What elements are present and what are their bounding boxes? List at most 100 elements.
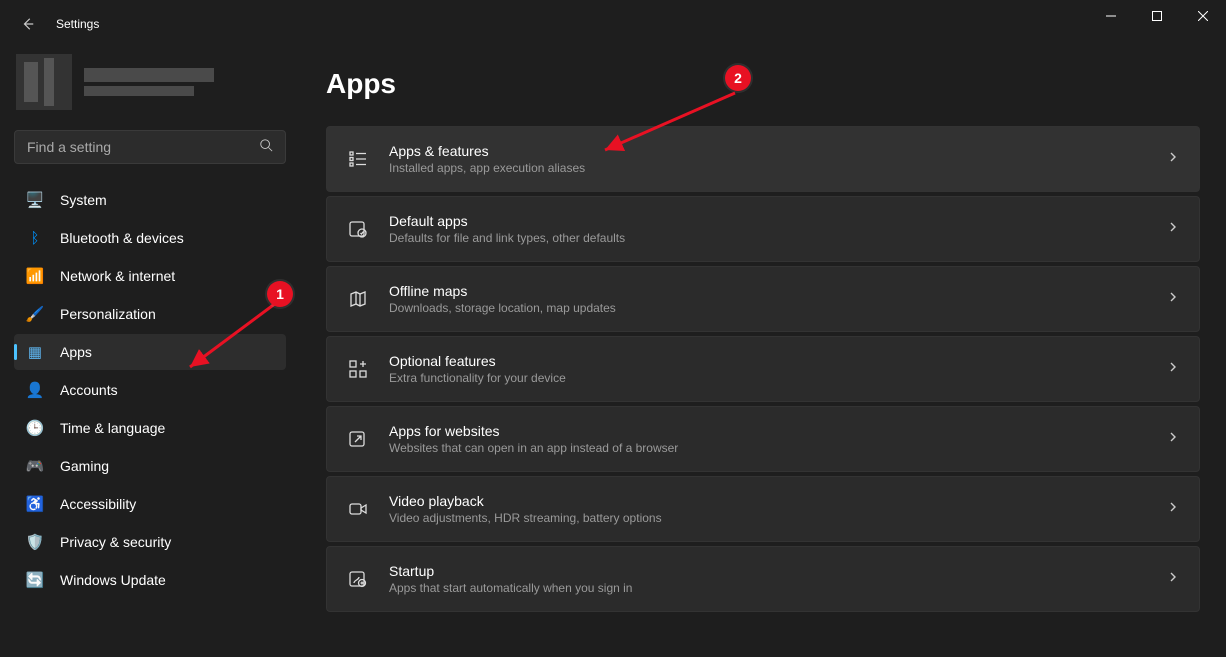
card-startup[interactable]: Startup Apps that start automatically whe… [326, 546, 1200, 612]
annotation-marker-1: 1 [267, 281, 293, 307]
startup-icon [347, 568, 369, 590]
sidebar-item-label: Gaming [60, 458, 109, 474]
arrow-left-icon [21, 17, 35, 31]
search-icon [259, 138, 273, 157]
accessibility-icon: ♿ [26, 495, 44, 513]
card-title: Apps for websites [389, 423, 1147, 439]
chevron-right-icon [1167, 290, 1179, 308]
sidebar-item-gaming[interactable]: 🎮 Gaming [14, 448, 286, 484]
avatar [16, 54, 72, 110]
card-subtitle: Installed apps, app execution aliases [389, 161, 1147, 175]
sidebar-item-label: Time & language [60, 420, 165, 436]
card-text: Startup Apps that start automatically whe… [389, 563, 1147, 595]
accounts-icon: 👤 [26, 381, 44, 399]
content-pane: Apps Apps & features Installed apps, app … [300, 48, 1226, 657]
close-button[interactable] [1180, 0, 1226, 32]
time-language-icon: 🕒 [26, 419, 44, 437]
sidebar-item-label: System [60, 192, 107, 208]
video-icon [347, 498, 369, 520]
sidebar-item-label: Apps [60, 344, 92, 360]
sidebar-item-time-language[interactable]: 🕒 Time & language [14, 410, 286, 446]
titlebar: Settings [0, 0, 1226, 48]
card-subtitle: Video adjustments, HDR streaming, batter… [389, 511, 1147, 525]
annotation-marker-2: 2 [725, 65, 751, 91]
chevron-right-icon [1167, 430, 1179, 448]
chevron-right-icon [1167, 220, 1179, 238]
card-text: Default apps Defaults for file and link t… [389, 213, 1147, 245]
page-title: Apps [326, 68, 1200, 100]
nav-list: 🖥️ System ᛒ Bluetooth & devices 📶 Network & i… [14, 182, 286, 598]
card-title: Optional features [389, 353, 1147, 369]
card-apps-for-websites[interactable]: Apps for websites Websites that can open … [326, 406, 1200, 472]
personalization-icon: 🖌️ [26, 305, 44, 323]
system-icon: 🖥️ [26, 191, 44, 209]
apps-icon: ▦ [26, 343, 44, 361]
list-icon [347, 148, 369, 170]
maximize-icon [1152, 11, 1162, 21]
sidebar-item-bluetooth-devices[interactable]: ᛒ Bluetooth & devices [14, 220, 286, 256]
chevron-right-icon [1167, 570, 1179, 588]
card-text: Offline maps Downloads, storage location,… [389, 283, 1147, 315]
sidebar-item-label: Accounts [60, 382, 118, 398]
user-name-redacted [84, 68, 214, 82]
sidebar-item-label: Accessibility [60, 496, 136, 512]
card-apps-features[interactable]: Apps & features Installed apps, app execu… [326, 126, 1200, 192]
card-title: Offline maps [389, 283, 1147, 299]
sidebar-item-accessibility[interactable]: ♿ Accessibility [14, 486, 286, 522]
card-optional-features[interactable]: Optional features Extra functionality for… [326, 336, 1200, 402]
windows-update-icon: 🔄 [26, 571, 44, 589]
card-title: Default apps [389, 213, 1147, 229]
chevron-right-icon [1167, 150, 1179, 168]
card-video-playback[interactable]: Video playback Video adjustments, HDR str… [326, 476, 1200, 542]
privacy-security-icon: 🛡️ [26, 533, 44, 551]
default-icon [347, 218, 369, 240]
search-input[interactable] [27, 139, 259, 155]
maximize-button[interactable] [1134, 0, 1180, 32]
sidebar-item-windows-update[interactable]: 🔄 Windows Update [14, 562, 286, 598]
user-email-redacted [84, 86, 194, 96]
cards-list: Apps & features Installed apps, app execu… [326, 126, 1200, 612]
user-block[interactable] [14, 48, 286, 124]
bluetooth-devices-icon: ᛒ [26, 229, 44, 247]
sidebar-item-accounts[interactable]: 👤 Accounts [14, 372, 286, 408]
close-icon [1198, 11, 1208, 21]
card-subtitle: Defaults for file and link types, other … [389, 231, 1147, 245]
gaming-icon: 🎮 [26, 457, 44, 475]
card-subtitle: Apps that start automatically when you s… [389, 581, 1147, 595]
chevron-right-icon [1167, 360, 1179, 378]
sidebar: 🖥️ System ᛒ Bluetooth & devices 📶 Network & i… [0, 48, 300, 657]
link-app-icon [347, 428, 369, 450]
card-subtitle: Downloads, storage location, map updates [389, 301, 1147, 315]
card-title: Apps & features [389, 143, 1147, 159]
card-text: Optional features Extra functionality for… [389, 353, 1147, 385]
window-controls [1088, 0, 1226, 32]
back-button[interactable] [18, 14, 38, 34]
chevron-right-icon [1167, 500, 1179, 518]
sidebar-item-label: Windows Update [60, 572, 166, 588]
sidebar-item-label: Personalization [60, 306, 156, 322]
card-text: Video playback Video adjustments, HDR str… [389, 493, 1147, 525]
sidebar-item-privacy-security[interactable]: 🛡️ Privacy & security [14, 524, 286, 560]
sidebar-item-network-internet[interactable]: 📶 Network & internet [14, 258, 286, 294]
sidebar-item-label: Bluetooth & devices [60, 230, 184, 246]
sidebar-item-label: Network & internet [60, 268, 175, 284]
user-text [84, 68, 214, 96]
card-title: Startup [389, 563, 1147, 579]
sidebar-item-apps[interactable]: ▦ Apps [14, 334, 286, 370]
card-default-apps[interactable]: Default apps Defaults for file and link t… [326, 196, 1200, 262]
network-internet-icon: 📶 [26, 267, 44, 285]
sidebar-item-label: Privacy & security [60, 534, 171, 550]
window-title: Settings [56, 17, 99, 31]
sidebar-item-system[interactable]: 🖥️ System [14, 182, 286, 218]
minimize-button[interactable] [1088, 0, 1134, 32]
card-text: Apps & features Installed apps, app execu… [389, 143, 1147, 175]
search-box[interactable] [14, 130, 286, 164]
minimize-icon [1106, 11, 1116, 21]
card-title: Video playback [389, 493, 1147, 509]
card-offline-maps[interactable]: Offline maps Downloads, storage location,… [326, 266, 1200, 332]
card-subtitle: Extra functionality for your device [389, 371, 1147, 385]
card-subtitle: Websites that can open in an app instead… [389, 441, 1147, 455]
map-icon [347, 288, 369, 310]
sidebar-item-personalization[interactable]: 🖌️ Personalization [14, 296, 286, 332]
card-text: Apps for websites Websites that can open … [389, 423, 1147, 455]
